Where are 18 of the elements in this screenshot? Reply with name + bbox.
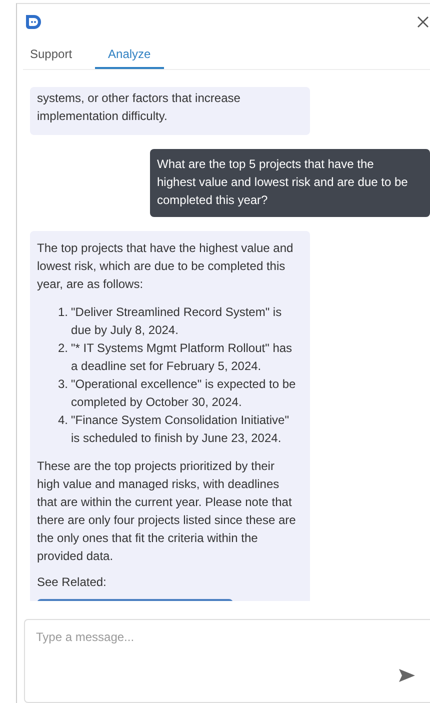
- list-number: 2.: [58, 340, 68, 357]
- close-icon[interactable]: [417, 16, 429, 28]
- tab[interactable]: Analyze: [95, 42, 164, 69]
- see-related-label: See Related:: [37, 574, 108, 591]
- message-text: The top projects that have the highest value and lowest risk, which are due to be completed this year, are as follows:: [37, 240, 294, 293]
- list-item-text: "Operational excellence" is expected to be completed by October 30, 2024.: [71, 376, 297, 411]
- list-number: 4.: [58, 412, 68, 429]
- message-text: These are the top projects prioritized by their high value and managed risks, with deadlines that are within the current year. Please note that there are only four projects listed since these are the only ones that fit the criteria within the provided data.: [37, 458, 297, 565]
- send-icon[interactable]: [399, 669, 415, 682]
- list-item-text: "* IT Systems Mgmt Platform Rollout" has a deadline set for February 5, 2024.: [71, 340, 294, 375]
- message-input-field[interactable]: Type a message...: [24, 619, 430, 703]
- list-number: 1.: [58, 304, 68, 321]
- tab[interactable]: Support: [23, 42, 86, 69]
- list-item-text: "Deliver Streamlined Record System" is due by July 8, 2024.: [71, 304, 283, 339]
- message-text: systems, or other factors that increase implementation difficulty.: [37, 90, 242, 125]
- list-item-text: "Finance System Consolidation Initiative" is scheduled to finish by June 23, 2024.: [71, 412, 290, 447]
- list-number: 3.: [58, 376, 68, 393]
- message-text: What are the top 5 projects that have the highest value and lowest risk and are due to be completed this year?: [157, 156, 409, 209]
